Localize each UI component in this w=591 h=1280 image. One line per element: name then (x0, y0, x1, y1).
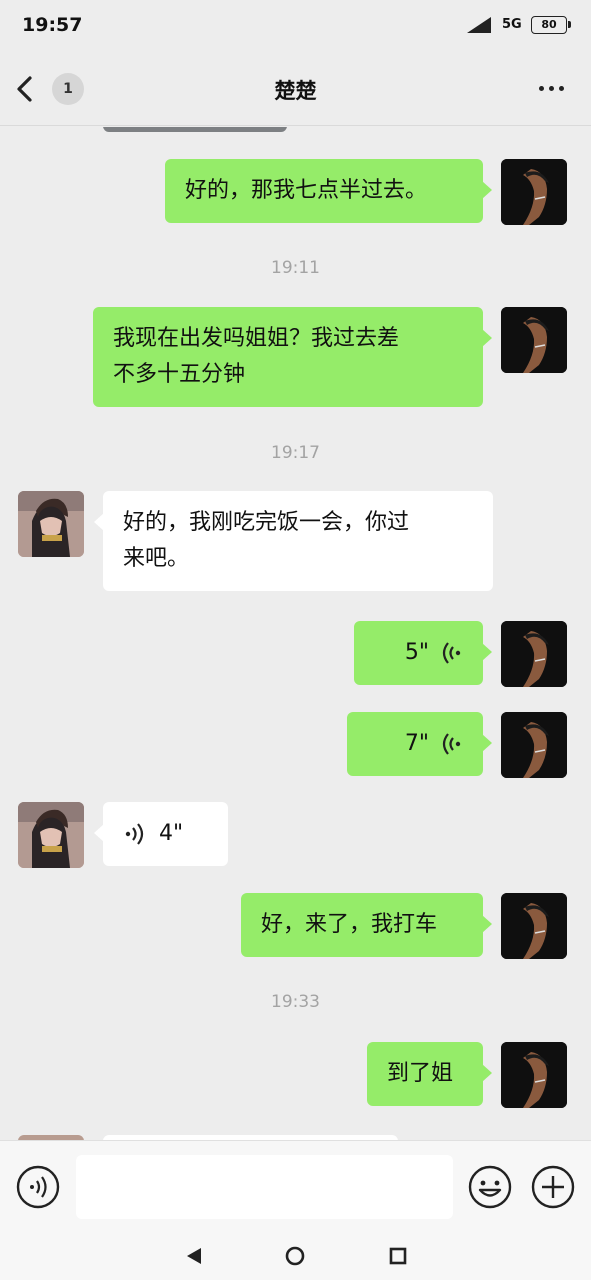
message-text-line: 来吧。 (123, 546, 190, 571)
avatar-image (501, 1042, 567, 1108)
emoji-icon[interactable] (468, 1165, 512, 1209)
message-list[interactable]: 好的，那我七点半过去。 19:11 我现在出发吗姐姐？我过去差 不多十五分钟 1… (0, 127, 591, 1140)
system-nav-bar (0, 1232, 591, 1280)
outgoing-voice-bubble[interactable]: 5" (354, 621, 492, 685)
timestamp: 19:17 (271, 443, 320, 463)
avatar-image (501, 712, 567, 778)
message-text: 好，来了，我打车 (261, 912, 438, 937)
my-avatar[interactable] (501, 159, 567, 225)
voice-duration: 7" (404, 731, 429, 756)
unread-badge[interactable]: 1 (52, 73, 84, 105)
voice-wave-icon (442, 642, 461, 664)
my-avatar[interactable] (501, 307, 567, 373)
avatar-image (501, 307, 567, 373)
my-avatar[interactable] (501, 1042, 567, 1108)
avatar-image (501, 159, 567, 225)
recents-square-icon[interactable] (386, 1244, 410, 1268)
outgoing-text-bubble[interactable]: 好的，那我七点半过去。 (165, 159, 492, 223)
avatar-image (501, 621, 567, 687)
more-dots-icon[interactable] (532, 78, 572, 98)
my-avatar[interactable] (501, 893, 567, 959)
outgoing-voice-bubble[interactable]: 7" (347, 712, 492, 776)
contact-avatar[interactable] (18, 491, 84, 557)
incoming-text-bubble[interactable]: 好的，我刚吃完饭一会，你过 来吧。 (94, 491, 493, 591)
input-bar (0, 1140, 591, 1232)
back-triangle-icon[interactable] (183, 1244, 207, 1268)
battery-icon: 80 (531, 16, 571, 34)
voice-duration: 4" (159, 821, 184, 846)
outgoing-text-bubble[interactable]: 好，来了，我打车 (241, 893, 492, 957)
message-text-line: 好的，我刚吃完饭一会，你过 (123, 510, 410, 535)
chevron-left-icon[interactable] (12, 74, 38, 104)
message-text-line: 我现在出发吗姐姐？我过去差 (113, 326, 400, 351)
contact-avatar[interactable] (18, 802, 84, 868)
incoming-voice-bubble[interactable]: 4" (94, 802, 228, 866)
image-message-partial[interactable] (103, 127, 287, 132)
message-input[interactable] (76, 1155, 453, 1219)
my-avatar[interactable] (501, 712, 567, 778)
voice-wave-icon (125, 823, 144, 845)
network-type: 5G (502, 17, 522, 32)
voice-wave-icon (442, 733, 461, 755)
status-time: 19:57 (22, 14, 83, 36)
message-text-line: 不多十五分钟 (113, 362, 246, 387)
my-avatar[interactable] (501, 621, 567, 687)
voice-duration: 5" (404, 640, 429, 665)
outgoing-text-bubble[interactable]: 我现在出发吗姐姐？我过去差 不多十五分钟 (93, 307, 492, 407)
avatar-image (501, 893, 567, 959)
plus-icon[interactable] (531, 1165, 575, 1209)
signal-icon (467, 17, 491, 33)
timestamp: 19:11 (271, 258, 320, 278)
voice-mode-icon[interactable] (16, 1165, 60, 1209)
status-bar: 19:57 5G 80 (0, 0, 591, 52)
avatar-image (18, 491, 84, 557)
outgoing-text-bubble[interactable]: 到了姐 (367, 1042, 492, 1106)
chat-title: 楚楚 (274, 79, 317, 103)
message-text: 好的，那我七点半过去。 (185, 178, 428, 203)
chat-header: 1 楚楚 (0, 52, 591, 126)
message-text: 到了姐 (387, 1061, 454, 1086)
home-circle-icon[interactable] (283, 1244, 307, 1268)
timestamp: 19:33 (271, 992, 320, 1012)
avatar-image (18, 802, 84, 868)
